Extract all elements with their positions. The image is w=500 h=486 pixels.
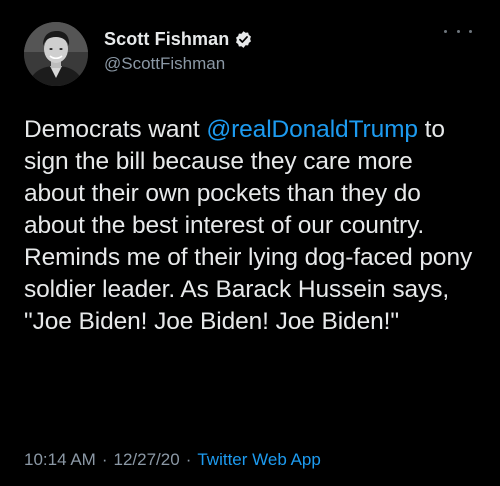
display-name[interactable]: Scott Fishman: [104, 29, 229, 50]
tweet-source-link[interactable]: Twitter Web App: [197, 450, 320, 470]
tweet-card: Scott Fishman @ScottFishman Democrats wa…: [0, 0, 500, 486]
tweet-text-part-1: Democrats want: [24, 116, 207, 143]
mention-link[interactable]: @realDonaldTrump: [206, 116, 418, 143]
author-names: Scott Fishman @ScottFishman: [104, 28, 253, 74]
tweet-text-part-2: to sign the bill because they care more …: [24, 116, 473, 335]
tweet-time[interactable]: 10:14 AM: [24, 450, 96, 470]
handle[interactable]: @ScottFishman: [104, 54, 253, 74]
meta-separator-2: ·: [185, 450, 192, 469]
meta-separator: ·: [101, 450, 108, 469]
tweet-meta: 10:14 AM · 12/27/20 · Twitter Web App: [24, 450, 321, 470]
avatar-portrait-icon: [24, 22, 88, 86]
tweet-text: Democrats want @realDonaldTrump to sign …: [24, 114, 480, 338]
tweet-header: Scott Fishman @ScottFishman: [24, 22, 476, 86]
tweet-date[interactable]: 12/27/20: [114, 450, 180, 470]
verified-badge-icon: [234, 30, 253, 49]
display-name-row: Scott Fishman: [104, 28, 253, 50]
more-options-icon[interactable]: [444, 22, 472, 40]
avatar[interactable]: [24, 22, 88, 86]
